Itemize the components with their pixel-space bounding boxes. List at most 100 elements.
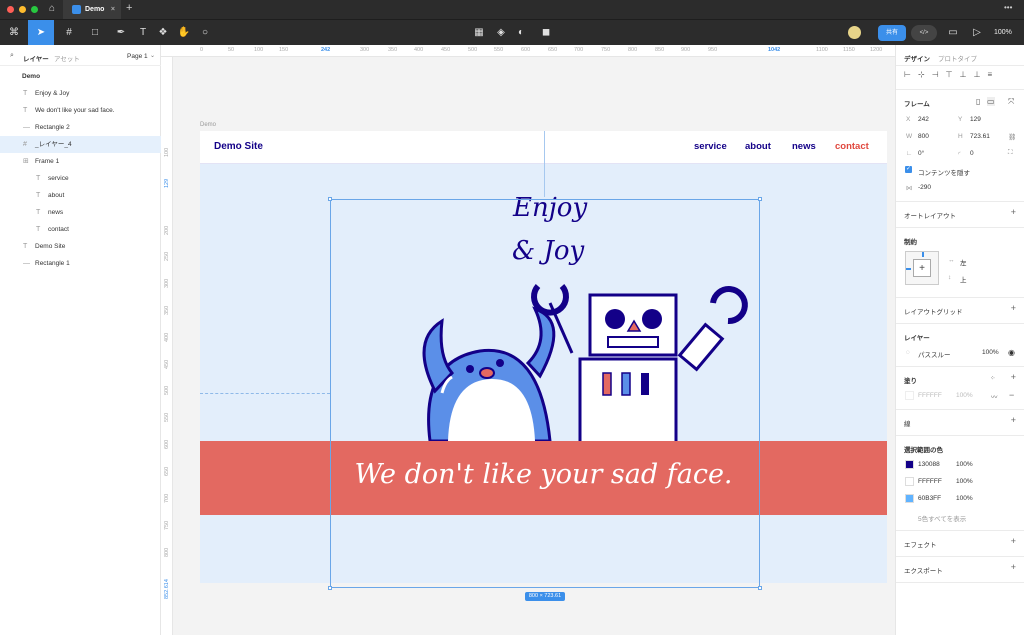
close-window-button[interactable] — [7, 6, 14, 13]
selection-color-swatch[interactable] — [905, 460, 914, 469]
selection-color-opacity[interactable]: 100% — [956, 478, 973, 485]
frame-section-title[interactable]: フレーム — [904, 98, 930, 108]
w-input[interactable]: 800 — [918, 133, 929, 140]
avatar[interactable] — [848, 26, 861, 39]
add-auto-layout-icon[interactable]: + — [1011, 207, 1016, 217]
move-tool-icon[interactable]: ➤ — [28, 20, 54, 46]
search-icon[interactable]: ⌕ — [10, 52, 14, 60]
stroke-section-title[interactable]: 線 — [904, 418, 911, 428]
align-middle-icon[interactable]: ⊥ — [960, 70, 974, 79]
maximize-window-button[interactable] — [31, 6, 38, 13]
layer-opacity-input[interactable]: 100% — [982, 349, 999, 356]
layer-root[interactable]: Demo — [0, 68, 161, 85]
text-tool-icon[interactable]: T — [136, 20, 150, 46]
dev-mode-toggle[interactable]: </> — [911, 25, 937, 41]
selection-box[interactable] — [328, 197, 762, 590]
landscape-icon[interactable]: ▭ — [987, 97, 995, 106]
brand-logo[interactable]: Demo Site — [214, 141, 263, 152]
distribute-icon[interactable]: ≡ — [988, 70, 1000, 79]
component-icon[interactable]: ◈ — [494, 20, 508, 46]
fill-styles-icon[interactable]: ⁘ — [990, 374, 995, 382]
rotation-input[interactable]: 0° — [918, 150, 924, 157]
selection-color-swatch[interactable] — [905, 477, 914, 486]
show-all-colors-link[interactable]: 5色すべてを表示 — [918, 513, 966, 523]
align-top-icon[interactable]: ⊤ — [946, 70, 960, 79]
layout-grid-title[interactable]: レイアウトグリッド — [904, 306, 963, 316]
minimize-window-button[interactable] — [19, 6, 26, 13]
fill-hex-input[interactable]: FFFFFF — [918, 392, 942, 399]
spacing-input[interactable]: -290 — [918, 184, 931, 191]
home-icon[interactable]: ⌂ — [49, 3, 55, 14]
vertical-constraint-select[interactable]: 上 — [960, 274, 967, 284]
x-input[interactable]: 242 — [918, 116, 929, 123]
constrain-proportions-icon[interactable]: ⛓ — [1008, 133, 1016, 141]
boolean-ops-icon[interactable]: ◼ — [536, 20, 556, 46]
layer-item[interactable]: Tnews — [0, 204, 161, 221]
library-icon[interactable]: ▭ — [946, 20, 960, 46]
align-bottom-icon[interactable]: ⊥ — [974, 70, 988, 79]
fill-visibility-icon[interactable]: 〰 — [991, 391, 998, 401]
resize-to-fit-icon[interactable]: ⤧ — [1008, 97, 1014, 107]
independent-corners-icon[interactable]: ⛶ — [1008, 149, 1013, 157]
tab-prototype[interactable]: プロトタイプ — [938, 53, 977, 63]
resize-handle[interactable] — [758, 197, 762, 201]
align-center-icon[interactable]: ⊹ — [918, 70, 932, 79]
selection-color-hex[interactable]: 130088 — [918, 461, 940, 468]
add-layout-grid-icon[interactable]: + — [1011, 303, 1016, 313]
pen-tool-icon[interactable]: ✒ — [110, 20, 132, 46]
contrast-icon[interactable]: ◐ — [514, 20, 528, 46]
nav-news[interactable]: news — [792, 141, 816, 152]
y-input[interactable]: 129 — [970, 116, 981, 123]
zoom-level[interactable]: 100% — [994, 29, 1012, 36]
nav-about[interactable]: about — [745, 141, 771, 152]
add-export-icon[interactable]: + — [1011, 562, 1016, 572]
add-effect-icon[interactable]: + — [1011, 536, 1016, 546]
visibility-eye-icon[interactable]: ◉ — [1008, 348, 1015, 357]
layer-item[interactable]: T We don't like your sad face. — [0, 102, 161, 119]
frame-tool-icon[interactable]: # — [58, 20, 80, 46]
present-icon[interactable]: ▷ — [970, 20, 984, 46]
nav-contact[interactable]: contact — [835, 141, 869, 152]
nav-service[interactable]: service — [694, 141, 727, 152]
close-tab-icon[interactable]: × — [111, 0, 115, 19]
resize-handle[interactable] — [328, 586, 332, 590]
selection-color-swatch[interactable] — [905, 494, 914, 503]
align-left-icon[interactable]: ⊢ — [904, 70, 918, 79]
tab-layers[interactable]: レイヤー — [23, 53, 49, 63]
layer-item[interactable]: — Rectangle 1 — [0, 255, 161, 272]
file-tab[interactable]: Demo × — [63, 0, 121, 19]
fill-opacity-input[interactable]: 100% — [956, 392, 973, 399]
export-title[interactable]: エクスポート — [904, 565, 943, 575]
horizontal-constraint-select[interactable]: 左 — [960, 257, 967, 267]
h-input[interactable]: 723.61 — [970, 133, 990, 140]
layer-item[interactable]: Tcontact — [0, 221, 161, 238]
hand-tool-icon[interactable]: ✋ — [177, 20, 191, 46]
tab-design[interactable]: デザイン — [904, 53, 930, 63]
effects-title[interactable]: エフェクト — [904, 539, 937, 549]
layer-item[interactable]: Tabout — [0, 187, 161, 204]
comment-tool-icon[interactable]: ○ — [198, 20, 212, 46]
selection-color-opacity[interactable]: 100% — [956, 495, 973, 502]
resize-handle[interactable] — [328, 197, 332, 201]
shape-tool-icon[interactable]: □ — [84, 20, 106, 46]
layer-item[interactable]: T Enjoy & Joy — [0, 85, 161, 102]
more-menu-button[interactable]: ••• — [1004, 3, 1012, 12]
components-icon[interactable]: ❖ — [156, 20, 170, 46]
main-menu-icon[interactable]: ⌘ — [4, 20, 24, 46]
new-tab-button[interactable]: + — [126, 2, 132, 14]
layer-item[interactable]: Tservice — [0, 170, 161, 187]
layer-item[interactable]: — Rectangle 2 — [0, 119, 161, 136]
align-right-icon[interactable]: ⊣ — [932, 70, 946, 79]
clip-content-checkbox[interactable]: ✓ — [905, 166, 912, 173]
fill-swatch[interactable] — [905, 391, 914, 400]
add-fill-icon[interactable]: + — [1011, 372, 1016, 382]
layout-grid-icon[interactable]: ▦ — [472, 20, 486, 46]
selection-color-opacity[interactable]: 100% — [956, 461, 973, 468]
selection-color-hex[interactable]: FFFFFF — [918, 478, 942, 485]
layer-item[interactable]: T Demo Site — [0, 238, 161, 255]
share-button[interactable]: 共有 — [878, 25, 906, 41]
remove-fill-icon[interactable]: − — [1009, 390, 1014, 400]
frame-label[interactable]: Demo — [200, 122, 216, 128]
resize-handle[interactable] — [758, 586, 762, 590]
portrait-icon[interactable]: ▯ — [976, 97, 980, 106]
